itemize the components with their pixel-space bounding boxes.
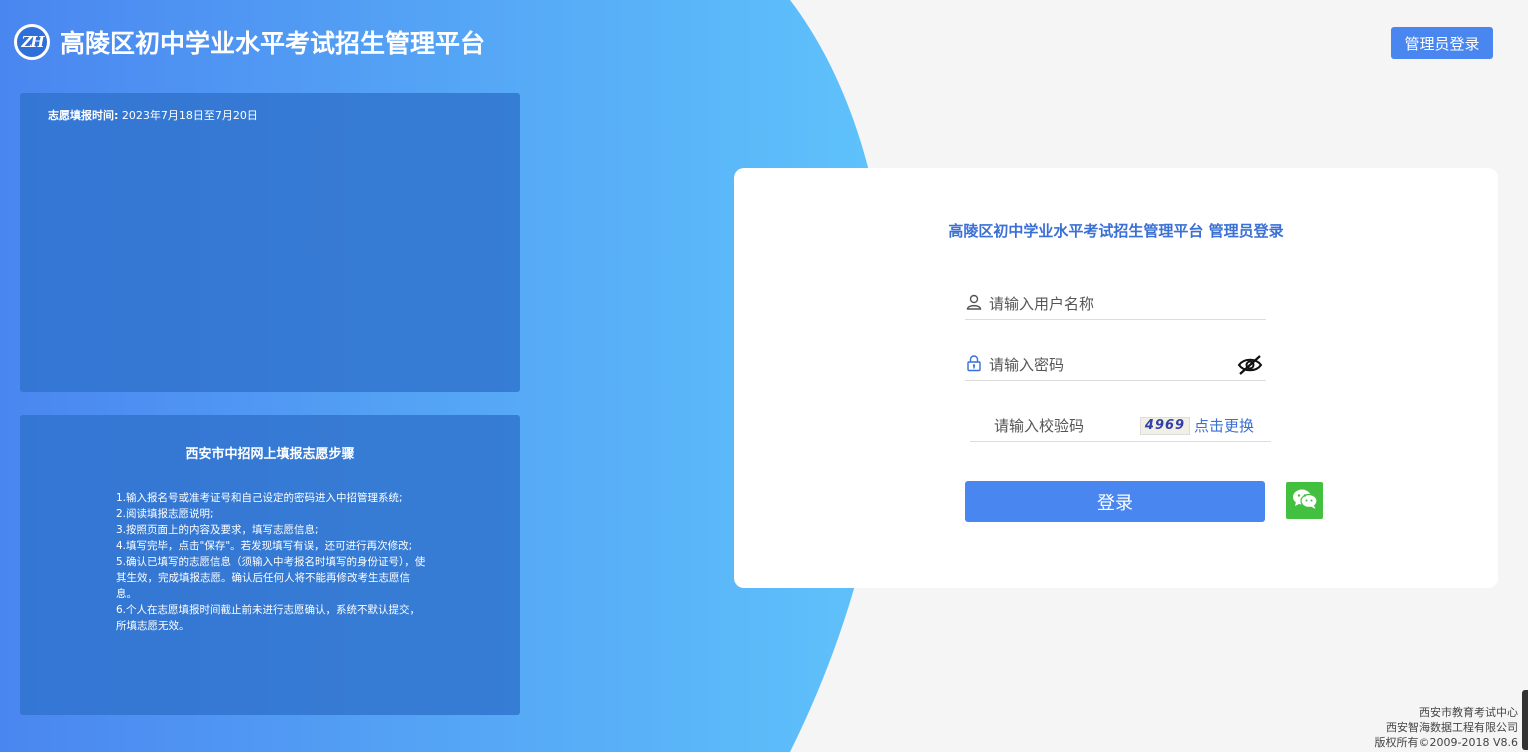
captcha-field: 4969 点击更换 [970, 410, 1271, 442]
wechat-login-button[interactable] [1286, 482, 1323, 519]
page-title: 高陵区初中学业水平考试招生管理平台 [60, 29, 486, 58]
username-input[interactable] [983, 289, 1266, 318]
side-scroll-handle[interactable] [1522, 690, 1528, 750]
login-title: 高陵区初中学业水平考试招生管理平台 管理员登录 [948, 222, 1284, 240]
steps-list: 1.输入报名号或准考证号和自己设定的密码进入中招管理系统; 2.阅读填报志愿说明… [116, 490, 426, 634]
step-item: 2.阅读填报志愿说明; [116, 508, 214, 520]
login-card: 高陵区初中学业水平考试招生管理平台 管理员登录 请输入用户名称 请输入校验码 4… [734, 168, 1498, 588]
registration-time-panel: 志愿填报时间: 2023年7月18日至7月20日 [20, 93, 520, 392]
brand: ZH 高陵区初中学业水平考试招生管理平台 [14, 24, 485, 60]
footer: 西安市教育考试中心 西安智海数据工程有限公司 版权所有©2009-2018 V8… [1375, 705, 1518, 750]
steps-panel: 西安市中招网上填报志愿步骤 1.输入报名号或准考证号和自己设定的密码进入中招管理… [20, 415, 520, 715]
step-item: 5.确认已填写的志愿信息（须输入中考报名时填写的身份证号），使其生效，完成填报志… [116, 556, 426, 600]
steps-heading: 西安市中招网上填报志愿步骤 [185, 447, 355, 462]
registration-time: 志愿填报时间: 2023年7月18日至7月20日 [48, 107, 258, 123]
captcha-image[interactable]: 4969 [1140, 416, 1190, 435]
logo: ZH [14, 24, 50, 60]
password-input[interactable] [983, 350, 1236, 379]
footer-copyright: 版权所有©2009-2018 V8.6 [1374, 736, 1518, 749]
lock-icon [965, 354, 983, 376]
step-item: 6.个人在志愿填报时间截止前未进行志愿确认，系统不默认提交，所填志愿无效。 [116, 604, 421, 632]
registration-time-label: 志愿填报时间: [48, 109, 119, 122]
eye-off-icon[interactable] [1236, 354, 1264, 376]
step-item: 1.输入报名号或准考证号和自己设定的密码进入中招管理系统; [116, 492, 403, 504]
footer-org: 西安市教育考试中心 [1419, 706, 1518, 719]
user-icon [965, 293, 983, 315]
logo-text: ZH [21, 33, 44, 51]
password-field [965, 349, 1266, 381]
registration-time-value: 2023年7月18日至7月20日 [121, 109, 258, 122]
login-button[interactable]: 登录 [965, 481, 1265, 522]
admin-login-button[interactable]: 管理员登录 [1391, 27, 1493, 59]
wechat-icon [1292, 488, 1318, 514]
username-field [965, 288, 1266, 320]
captcha-input[interactable] [970, 411, 1140, 440]
captcha-refresh-link[interactable]: 点击更换 [1194, 415, 1254, 436]
step-item: 4.填写完毕，点击"保存"。若发现填写有误，还可进行再次修改; [116, 540, 413, 552]
step-item: 3.按照页面上的内容及要求，填写志愿信息; [116, 524, 319, 536]
footer-company: 西安智海数据工程有限公司 [1386, 721, 1518, 734]
